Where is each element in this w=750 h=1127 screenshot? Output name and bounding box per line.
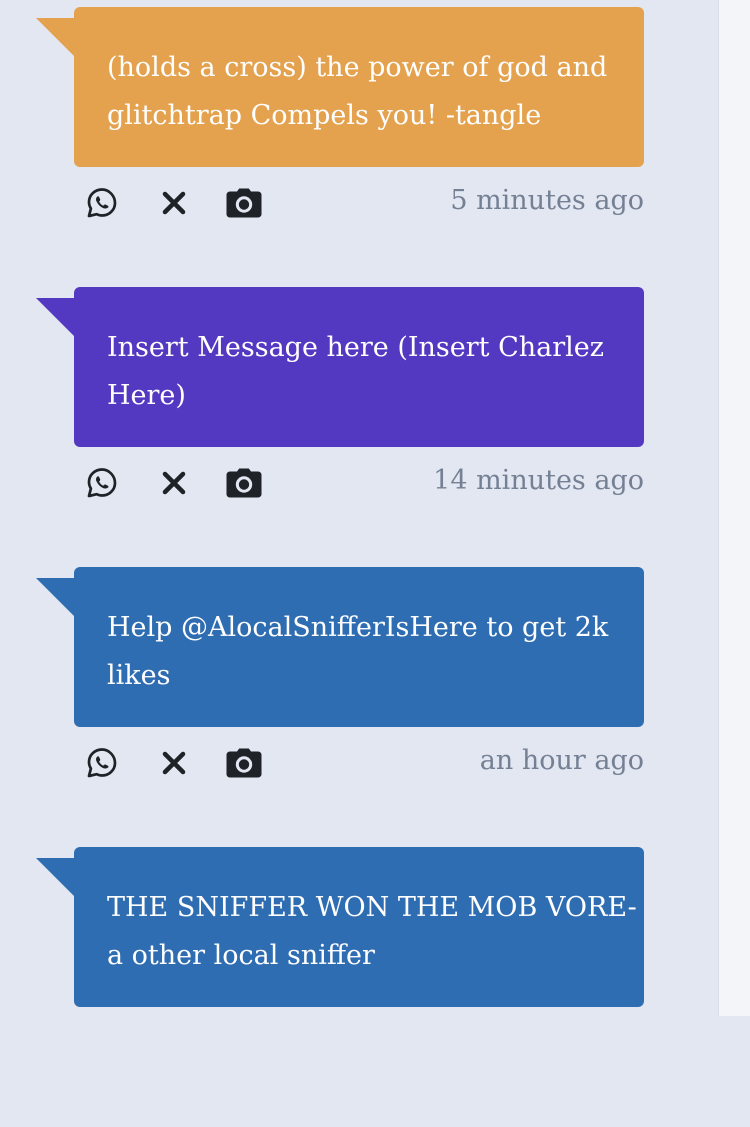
message-bubble-wrapper: Insert Message here (Insert Charlez Here… xyxy=(36,287,644,447)
share-whatsapp-button[interactable] xyxy=(82,183,122,223)
close-button[interactable] xyxy=(154,743,194,783)
bubble-tail xyxy=(36,858,76,898)
camera-button[interactable] xyxy=(224,183,264,223)
bubble-tail xyxy=(36,578,76,618)
camera-icon xyxy=(226,748,262,778)
message-bubble-wrapper: Help @AlocalSnifferIsHere to get 2k like… xyxy=(36,567,644,727)
share-whatsapp-button[interactable] xyxy=(82,463,122,503)
message-bubble-wrapper: (holds a cross) the power of god and gli… xyxy=(36,7,644,167)
message-timestamp: an hour ago xyxy=(479,745,644,776)
message-feed: (holds a cross) the power of god and gli… xyxy=(36,7,644,1127)
camera-button[interactable] xyxy=(224,743,264,783)
message-card: Insert Message here (Insert Charlez Here… xyxy=(36,287,644,567)
message-card: Help @AlocalSnifferIsHere to get 2k like… xyxy=(36,567,644,847)
whatsapp-icon xyxy=(87,468,117,498)
whatsapp-icon xyxy=(87,188,117,218)
close-icon xyxy=(162,471,186,495)
message-bubble: THE SNIFFER WON THE MOB VORE-a other loc… xyxy=(74,847,644,1007)
whatsapp-icon xyxy=(87,748,117,778)
close-icon xyxy=(162,191,186,215)
message-actions: 5 minutes ago xyxy=(82,183,644,223)
message-actions: an hour ago xyxy=(82,743,644,783)
close-icon xyxy=(162,751,186,775)
bubble-tail xyxy=(36,298,76,338)
message-timestamp: 14 minutes ago xyxy=(433,465,644,496)
right-strip xyxy=(718,0,750,1016)
message-bubble: Help @AlocalSnifferIsHere to get 2k like… xyxy=(74,567,644,727)
message-timestamp: 5 minutes ago xyxy=(450,185,644,216)
camera-icon xyxy=(226,468,262,498)
close-button[interactable] xyxy=(154,463,194,503)
message-card: (holds a cross) the power of god and gli… xyxy=(36,7,644,287)
camera-button[interactable] xyxy=(224,463,264,503)
message-actions: 14 minutes ago xyxy=(82,463,644,503)
message-bubble-wrapper: THE SNIFFER WON THE MOB VORE-a other loc… xyxy=(36,847,644,1007)
message-bubble: (holds a cross) the power of god and gli… xyxy=(74,7,644,167)
camera-icon xyxy=(226,188,262,218)
message-bubble: Insert Message here (Insert Charlez Here… xyxy=(74,287,644,447)
bubble-tail xyxy=(36,18,76,58)
message-card: THE SNIFFER WON THE MOB VORE-a other loc… xyxy=(36,847,644,1127)
share-whatsapp-button[interactable] xyxy=(82,743,122,783)
close-button[interactable] xyxy=(154,183,194,223)
